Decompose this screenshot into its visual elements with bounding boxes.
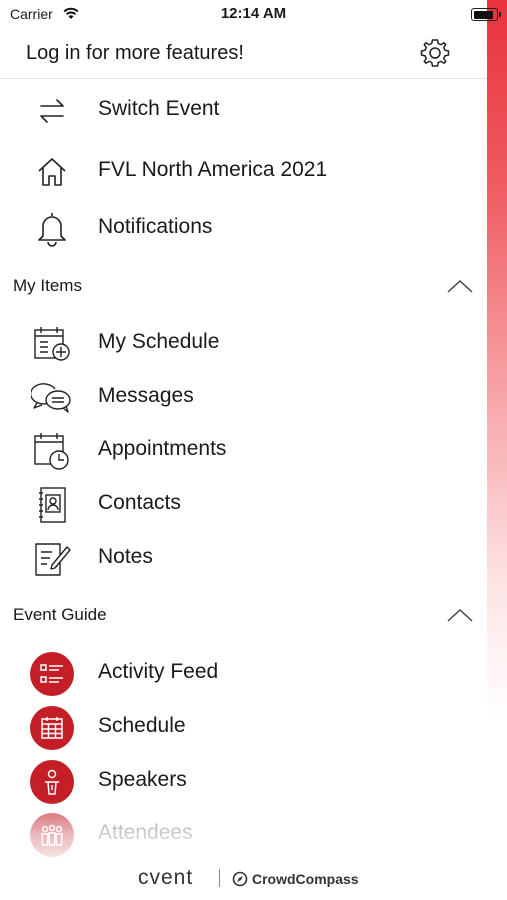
activity-list-icon [30,652,74,696]
menu-item-label: Notifications [98,215,213,238]
menu-item-speakers[interactable]: Speakers [0,756,487,806]
contacts-book-icon [30,485,74,525]
side-accent-strip [487,0,507,900]
chevron-up-icon[interactable] [446,607,474,628]
menu-item-notes[interactable]: Notes [0,533,487,583]
status-bar: Carrier 12:14 AM [0,0,501,30]
menu-item-event-home[interactable]: FVL North America 2021 [0,146,487,196]
battery-icon [471,8,501,21]
section-title: My Items [13,276,82,295]
attendees-group-icon [30,813,74,857]
calendar-add-icon [30,324,74,364]
menu-item-label: Switch Event [98,97,220,120]
menu-item-label: Appointments [98,437,227,460]
chevron-up-icon[interactable] [446,278,474,299]
status-time: 12:14 AM [220,5,287,22]
crowdcompass-label: CrowdCompass [252,871,359,887]
menu-item-label: My Schedule [98,330,220,353]
menu-item-label: Activity Feed [98,660,219,683]
crowdcompass-logo: CrowdCompass [232,871,359,887]
footer-branding: cvent CrowdCompass [0,866,487,896]
compass-icon [232,871,248,887]
menu-item-messages[interactable]: Messages [0,372,487,422]
section-title: Event Guide [13,605,107,624]
section-header-event-guide: Event Guide [0,599,487,633]
menu-item-activity-feed[interactable]: Activity Feed [0,648,487,698]
menu-item-label: Messages [98,384,194,407]
menu-header: Log in for more features! [0,30,487,79]
menu-item-notifications[interactable]: Notifications [0,203,487,253]
menu-item-schedule[interactable]: Schedule [0,702,487,752]
menu-item-my-schedule[interactable]: My Schedule [0,318,487,368]
menu-item-label: Speakers [98,768,187,791]
menu-item-label: FVL North America 2021 [98,158,328,181]
menu-item-label: Contacts [98,491,181,514]
menu-item-appointments[interactable]: Appointments [0,425,487,475]
gear-icon[interactable] [418,36,452,75]
section-header-my-items: My Items [0,270,487,304]
menu-item-attendees[interactable]: Attendees [0,809,487,859]
menu-item-label: Notes [98,545,153,568]
menu-item-switch-event[interactable]: Switch Event [0,85,487,135]
footer-divider [219,869,220,887]
home-icon [30,152,74,192]
menu-item-label: Schedule [98,714,186,737]
menu-item-label: Attendees [98,821,193,844]
menu-item-contacts[interactable]: Contacts [0,479,487,529]
cvent-logo: cvent [138,866,194,889]
schedule-grid-icon [30,706,74,750]
notes-pencil-icon [30,539,74,579]
bell-icon [30,209,74,249]
speaker-podium-icon [30,760,74,804]
login-prompt-link[interactable]: Log in for more features! [26,42,244,65]
calendar-clock-icon [30,431,74,471]
switch-arrows-icon [30,91,74,131]
chat-bubbles-icon [30,378,74,418]
